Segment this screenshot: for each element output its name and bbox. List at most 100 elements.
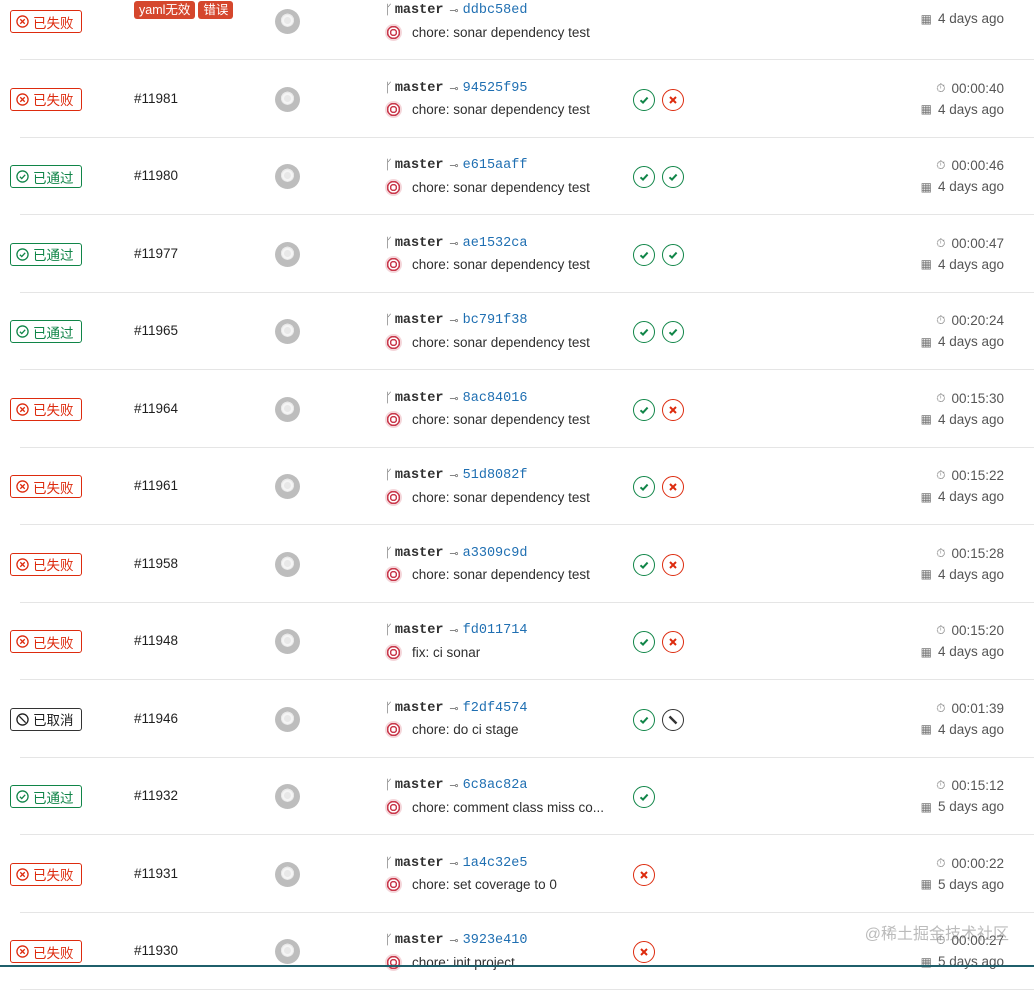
author-avatar[interactable] xyxy=(385,953,402,971)
status-badge[interactable]: 已通过 xyxy=(10,320,82,343)
commit-sha-link[interactable]: 8ac84016 xyxy=(463,391,528,406)
commit-title[interactable]: chore: sonar dependency test xyxy=(412,180,590,195)
status-badge[interactable]: 已通过 xyxy=(10,785,82,808)
author-avatar[interactable] xyxy=(385,178,402,196)
stage-failed-icon[interactable] xyxy=(662,553,684,576)
stage-success-icon[interactable] xyxy=(662,243,684,266)
status-badge[interactable]: 已失败 xyxy=(10,552,82,576)
commit-sha-link[interactable]: ae1532ca xyxy=(463,236,528,251)
triggerer-avatar[interactable] xyxy=(275,706,300,732)
status-badge[interactable]: 已失败 xyxy=(10,940,82,963)
commit-title[interactable]: chore: sonar dependency test xyxy=(412,412,590,427)
commit-title[interactable]: chore: set coverage to 0 xyxy=(412,877,557,892)
triggerer-avatar[interactable] xyxy=(275,784,300,809)
stage-failed-icon[interactable] xyxy=(662,631,684,653)
author-avatar[interactable] xyxy=(385,101,402,118)
pipeline-id[interactable]: #11961 xyxy=(134,478,178,493)
triggerer-avatar[interactable] xyxy=(275,474,300,499)
stage-success-icon[interactable] xyxy=(633,321,655,343)
triggerer-avatar[interactable] xyxy=(275,86,300,112)
branch-link[interactable]: master xyxy=(395,623,444,638)
author-avatar[interactable] xyxy=(385,643,402,661)
triggerer-avatar[interactable] xyxy=(275,319,300,344)
pipeline-id[interactable]: #11946 xyxy=(134,711,178,726)
commit-sha-link[interactable]: 6c8ac82a xyxy=(463,778,528,793)
author-avatar[interactable] xyxy=(385,256,402,273)
triggerer-avatar[interactable] xyxy=(275,241,300,267)
author-avatar[interactable] xyxy=(385,411,402,428)
pipeline-id[interactable]: #11958 xyxy=(134,556,178,571)
pipeline-id[interactable]: #11932 xyxy=(134,788,178,803)
branch-link[interactable]: master xyxy=(395,546,444,561)
pipeline-id[interactable]: #11948 xyxy=(134,633,178,648)
commit-title[interactable]: chore: sonar dependency test xyxy=(412,25,590,40)
stage-success-icon[interactable] xyxy=(633,166,655,188)
branch-link[interactable]: master xyxy=(395,856,444,871)
status-badge[interactable]: 已失败 xyxy=(10,630,82,653)
author-avatar[interactable] xyxy=(385,721,402,738)
status-badge[interactable]: 已失败 xyxy=(10,862,82,886)
pipeline-id[interactable]: #11977 xyxy=(134,246,178,261)
stage-failed-icon[interactable] xyxy=(662,476,684,498)
commit-sha-link[interactable]: 94525f95 xyxy=(463,81,528,96)
status-badge[interactable]: 已通过 xyxy=(10,242,82,266)
commit-title[interactable]: chore: sonar dependency test xyxy=(412,257,590,272)
stage-success-icon[interactable] xyxy=(633,476,655,498)
status-badge[interactable]: 已失败 xyxy=(10,397,82,421)
commit-sha-link[interactable]: 51d8082f xyxy=(463,468,528,483)
commit-title[interactable]: chore: sonar dependency test xyxy=(412,102,590,117)
triggerer-avatar[interactable] xyxy=(275,396,300,422)
stage-success-icon[interactable] xyxy=(633,243,655,266)
commit-title[interactable]: chore: sonar dependency test xyxy=(412,335,590,350)
stage-success-icon[interactable] xyxy=(633,786,655,808)
triggerer-avatar[interactable] xyxy=(275,939,300,964)
commit-title[interactable]: chore: do ci stage xyxy=(412,722,519,737)
triggerer-avatar[interactable] xyxy=(275,629,300,654)
commit-sha-link[interactable]: 3923e410 xyxy=(463,933,528,948)
stage-success-icon[interactable] xyxy=(662,321,684,343)
branch-link[interactable]: master xyxy=(395,81,444,96)
status-badge[interactable]: 已失败 xyxy=(10,87,82,111)
branch-link[interactable]: master xyxy=(395,391,444,406)
author-avatar[interactable] xyxy=(385,23,402,41)
commit-sha-link[interactable]: f2df4574 xyxy=(463,701,528,716)
branch-link[interactable]: master xyxy=(395,158,444,173)
pipeline-id[interactable]: #11965 xyxy=(134,323,178,338)
branch-link[interactable]: master xyxy=(395,701,444,716)
commit-sha-link[interactable]: e615aaff xyxy=(463,158,528,173)
stage-success-icon[interactable] xyxy=(633,88,655,111)
pipeline-id[interactable]: #11931 xyxy=(134,866,178,881)
status-badge[interactable]: 已通过 xyxy=(10,165,82,188)
author-avatar[interactable] xyxy=(385,798,402,816)
branch-link[interactable]: master xyxy=(395,313,444,328)
stage-success-icon[interactable] xyxy=(662,166,684,188)
stage-failed-icon[interactable] xyxy=(633,863,655,886)
branch-link[interactable]: master xyxy=(395,468,444,483)
stage-canceled-icon[interactable] xyxy=(662,708,684,731)
pipeline-id[interactable]: #11981 xyxy=(134,91,178,106)
commit-title[interactable]: chore: sonar dependency test xyxy=(412,490,590,505)
commit-sha-link[interactable]: ddbc58ed xyxy=(463,3,528,18)
commit-sha-link[interactable]: bc791f38 xyxy=(463,313,528,328)
branch-link[interactable]: master xyxy=(395,236,444,251)
commit-title[interactable]: chore: comment class miss co... xyxy=(412,800,604,815)
commit-sha-link[interactable]: fd011714 xyxy=(463,623,528,638)
triggerer-avatar[interactable] xyxy=(275,9,300,34)
pipeline-id[interactable]: #11964 xyxy=(134,401,178,416)
stage-failed-icon[interactable] xyxy=(633,941,655,963)
status-badge[interactable]: 已取消 xyxy=(10,707,82,731)
commit-title[interactable]: chore: sonar dependency test xyxy=(412,567,590,582)
triggerer-avatar[interactable] xyxy=(275,551,300,577)
author-avatar[interactable] xyxy=(385,488,402,506)
stage-success-icon[interactable] xyxy=(633,398,655,421)
stage-failed-icon[interactable] xyxy=(662,88,684,111)
triggerer-avatar[interactable] xyxy=(275,861,300,887)
stage-failed-icon[interactable] xyxy=(662,398,684,421)
stage-success-icon[interactable] xyxy=(633,553,655,576)
author-avatar[interactable] xyxy=(385,566,402,583)
branch-link[interactable]: master xyxy=(395,3,444,18)
stage-success-icon[interactable] xyxy=(633,708,655,731)
pipeline-id[interactable]: #11980 xyxy=(134,168,178,183)
triggerer-avatar[interactable] xyxy=(275,164,300,189)
status-badge[interactable]: 已失败 xyxy=(10,475,82,498)
